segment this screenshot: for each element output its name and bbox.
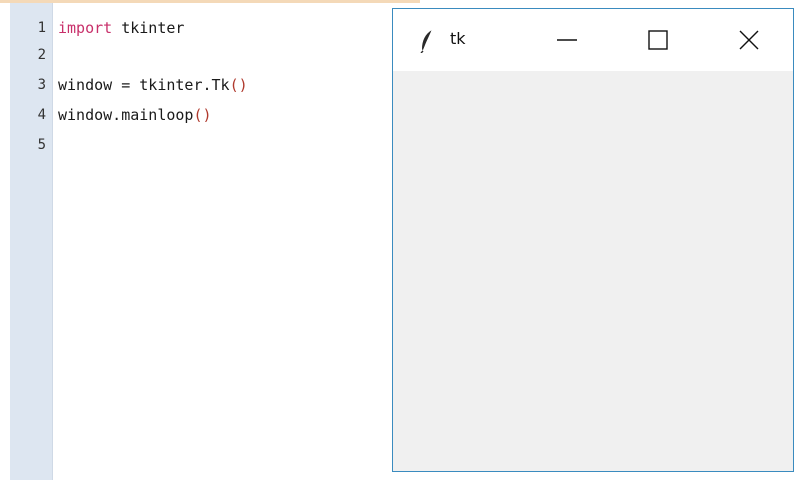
- window-title: tk: [450, 29, 466, 48]
- window-client-area[interactable]: [393, 71, 793, 471]
- line-number: 3: [37, 77, 46, 93]
- code-text: window.mainloop: [58, 106, 194, 124]
- maximize-icon: [648, 30, 668, 50]
- code-text: tkinter: [112, 19, 185, 37]
- line-number: 1: [37, 20, 46, 36]
- keyword-import: import: [58, 19, 113, 37]
- minimize-button[interactable]: [544, 9, 590, 71]
- code-line-1[interactable]: import tkinter: [58, 17, 184, 39]
- code-paren: (): [229, 76, 248, 94]
- line-number: 4: [37, 107, 46, 123]
- code-line-3[interactable]: window = tkinter.Tk(): [58, 74, 248, 96]
- minimize-icon: [557, 39, 577, 41]
- line-number: 2: [37, 47, 46, 63]
- gutter-margin: [0, 3, 10, 480]
- line-number: 5: [37, 137, 46, 153]
- feather-icon: [420, 29, 433, 53]
- close-icon: [739, 30, 759, 50]
- tk-window[interactable]: tk: [392, 8, 794, 472]
- maximize-button[interactable]: [635, 9, 681, 71]
- code-text: window = tkinter.Tk: [58, 76, 230, 94]
- close-button[interactable]: [726, 9, 772, 71]
- code-line-4[interactable]: window.mainloop(): [58, 104, 212, 126]
- code-paren: (): [193, 106, 212, 124]
- title-bar[interactable]: tk: [393, 9, 793, 71]
